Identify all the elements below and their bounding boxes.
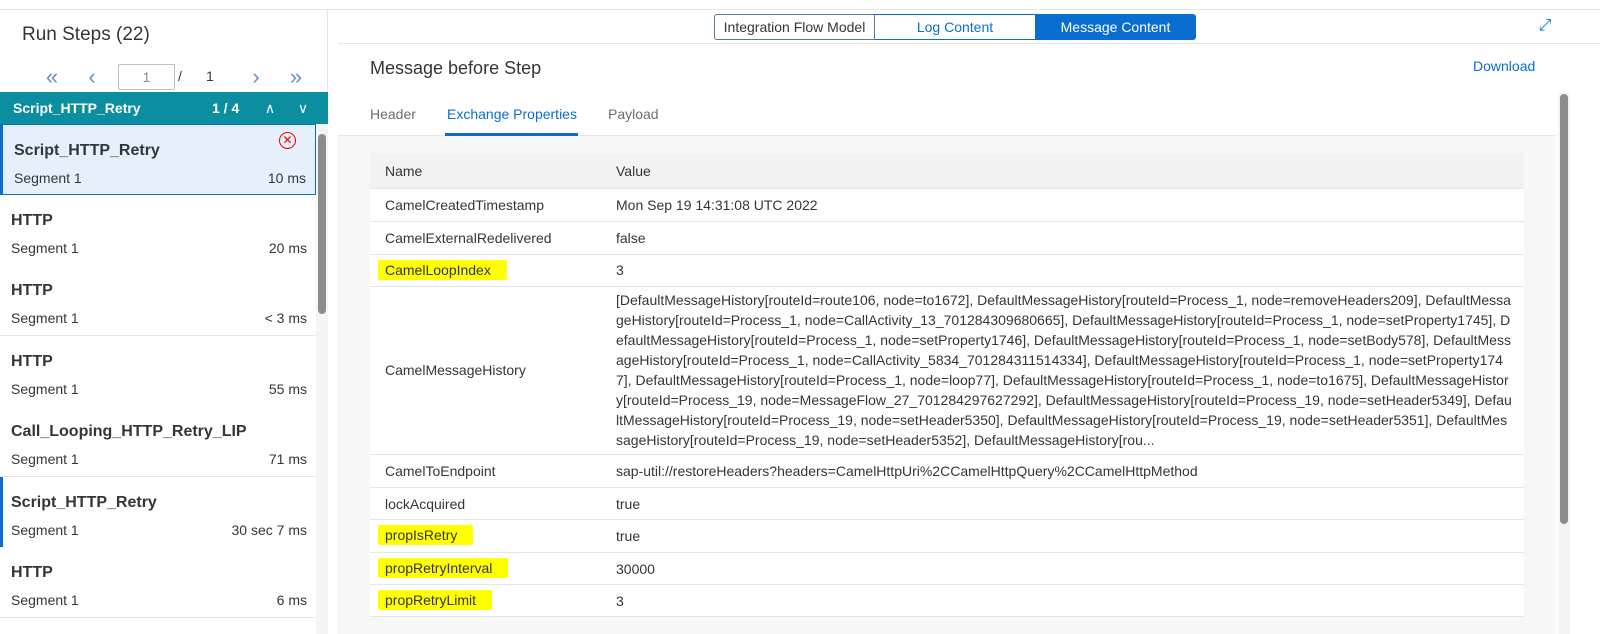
message-tabs: Header Exchange Properties Payload xyxy=(338,92,1556,136)
divider xyxy=(338,43,1600,44)
view-switcher: Integration Flow Model Log Content Messa… xyxy=(714,14,1196,40)
table-header: Name Value xyxy=(370,153,1524,189)
tab-message-content[interactable]: Message Content xyxy=(1036,14,1196,40)
property-value: Mon Sep 19 14:31:08 UTC 2022 xyxy=(616,197,818,213)
table-row[interactable]: propRetryInterval 30000 xyxy=(370,553,1524,585)
group-count: 1 / 4 xyxy=(212,100,240,116)
table-row[interactable]: propIsRetry true xyxy=(370,520,1524,553)
list-item[interactable]: Script_HTTP_Retry ✕ Segment 1 10 ms xyxy=(0,124,316,195)
property-value: 3 xyxy=(616,593,624,609)
property-name: lockAcquired xyxy=(385,496,466,512)
exchange-properties-table: Name Value CamelCreatedTimestamp Mon Sep… xyxy=(370,153,1524,617)
table-row[interactable]: CamelExternalRedelivered false xyxy=(370,222,1524,255)
chevron-down-icon[interactable]: ∨ xyxy=(292,96,314,120)
chevron-up-icon[interactable]: ∧ xyxy=(259,96,281,120)
list-item[interactable]: HTTP Segment 1 < 3 ms xyxy=(0,265,316,336)
property-name: CamelCreatedTimestamp xyxy=(385,197,544,213)
property-value: true xyxy=(616,496,641,512)
step-duration: 30 sec 7 ms xyxy=(231,522,307,538)
step-duration: 55 ms xyxy=(268,381,307,397)
tab-exchange-properties[interactable]: Exchange Properties xyxy=(447,106,577,122)
step-name: HTTP xyxy=(11,282,53,299)
steps-scrollbar[interactable] xyxy=(316,124,328,634)
previous-page-icon[interactable]: ‹ xyxy=(78,62,106,92)
scrollbar-thumb[interactable] xyxy=(318,134,326,314)
column-header-value: Value xyxy=(616,163,651,179)
step-segment: Segment 1 xyxy=(11,310,79,326)
step-segment: Segment 1 xyxy=(11,240,79,256)
list-item[interactable]: HTTP Segment 1 6 ms xyxy=(0,547,316,618)
step-group-bar: Script_HTTP_Retry 1 / 4 ∧ ∨ xyxy=(0,92,328,124)
table-row[interactable]: propRetryLimit 3 xyxy=(370,585,1524,617)
step-duration: 20 ms xyxy=(268,240,307,256)
list-item[interactable]: Script_HTTP_Retry Segment 1 30 sec 7 ms xyxy=(0,477,316,548)
tab-payload[interactable]: Payload xyxy=(608,106,659,122)
pager: « ‹ 1 / 1 › » xyxy=(0,62,328,92)
step-duration: 71 ms xyxy=(268,451,307,467)
tab-header[interactable]: Header xyxy=(370,106,416,122)
column-header-name: Name xyxy=(385,163,423,179)
step-name: HTTP xyxy=(11,564,53,581)
property-value: false xyxy=(616,230,646,246)
scrollbar-thumb[interactable] xyxy=(1560,94,1568,524)
property-value: 3 xyxy=(616,262,624,278)
step-name: Script_HTTP_Retry xyxy=(14,142,160,159)
property-value: true xyxy=(616,528,641,544)
page-input[interactable]: 1 xyxy=(118,64,175,90)
error-circle-icon: ✕ xyxy=(279,132,296,149)
step-segment: Segment 1 xyxy=(11,592,79,608)
group-name: Script_HTTP_Retry xyxy=(13,100,141,116)
message-panel: Integration Flow Model Log Content Messa… xyxy=(338,10,1600,634)
step-segment: Segment 1 xyxy=(11,522,79,538)
tab-integration-flow-model[interactable]: Integration Flow Model xyxy=(714,14,875,40)
page-total: 1 xyxy=(206,68,214,84)
table-row[interactable]: CamelToEndpoint sap-util://restoreHeader… xyxy=(370,455,1524,488)
step-duration: < 3 ms xyxy=(264,310,307,326)
property-value: 30000 xyxy=(616,561,655,577)
step-segment: Segment 1 xyxy=(14,170,82,186)
property-value: sap-util://restoreHeaders?headers=CamelH… xyxy=(616,463,1198,479)
step-segment: Segment 1 xyxy=(11,381,79,397)
first-page-icon[interactable]: « xyxy=(38,62,66,92)
property-name: propRetryLimit xyxy=(378,590,493,610)
list-item[interactable]: HTTP Segment 1 55 ms xyxy=(0,336,316,407)
content-scrollbar[interactable] xyxy=(1558,92,1570,634)
property-value: [DefaultMessageHistory[routeId=route106,… xyxy=(616,292,1512,448)
step-name: HTTP xyxy=(11,353,53,370)
table-row[interactable]: lockAcquired true xyxy=(370,488,1524,520)
property-name: CamelLoopIndex xyxy=(378,260,507,280)
list-item[interactable]: Call_Looping_HTTP_Retry_LIP Segment 1 71… xyxy=(0,406,316,477)
download-link[interactable]: Download xyxy=(1473,58,1535,74)
run-steps-title: Run Steps (22) xyxy=(22,24,150,45)
property-name: CamelMessageHistory xyxy=(385,362,526,378)
run-steps-panel: Run Steps (22) « ‹ 1 / 1 › » Script_HTTP… xyxy=(0,10,328,634)
property-name: propRetryInterval xyxy=(378,558,509,578)
last-page-icon[interactable]: » xyxy=(282,62,310,92)
message-title: Message before Step xyxy=(370,58,542,78)
tab-log-content[interactable]: Log Content xyxy=(875,14,1036,40)
step-name: Call_Looping_HTTP_Retry_LIP xyxy=(11,423,247,440)
next-page-icon[interactable]: › xyxy=(242,62,270,92)
list-item[interactable]: HTTP Segment 1 20 ms xyxy=(0,195,316,266)
property-name: propIsRetry xyxy=(378,525,474,545)
run-steps-list: Script_HTTP_Retry ✕ Segment 1 10 ms HTTP… xyxy=(0,124,316,634)
table-row[interactable]: CamelMessageHistory [DefaultMessageHisto… xyxy=(370,287,1524,455)
page-separator: / xyxy=(178,68,182,84)
step-duration: 10 ms xyxy=(267,170,306,186)
step-name: HTTP xyxy=(11,212,53,229)
table-row[interactable]: CamelCreatedTimestamp Mon Sep 19 14:31:0… xyxy=(370,189,1524,222)
table-row[interactable]: CamelLoopIndex 3 xyxy=(370,255,1524,287)
step-segment: Segment 1 xyxy=(11,451,79,467)
step-duration: 6 ms xyxy=(276,592,307,608)
fullscreen-icon[interactable]: ⤢ xyxy=(1535,16,1555,36)
property-name: CamelExternalRedelivered xyxy=(385,230,552,246)
top-border xyxy=(0,0,1600,10)
property-name: CamelToEndpoint xyxy=(385,463,496,479)
step-name: Script_HTTP_Retry xyxy=(11,494,157,511)
